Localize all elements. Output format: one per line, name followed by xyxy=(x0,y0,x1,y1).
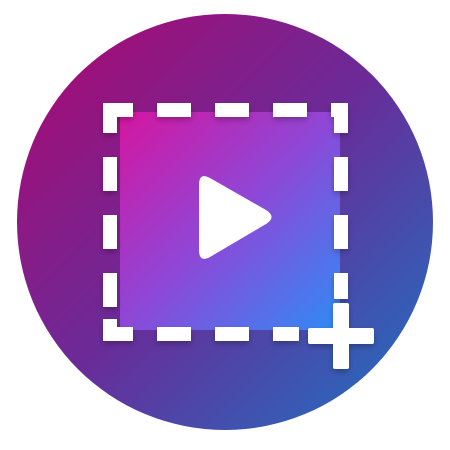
app-icon xyxy=(0,0,450,450)
app-icon-graphic xyxy=(17,14,433,430)
